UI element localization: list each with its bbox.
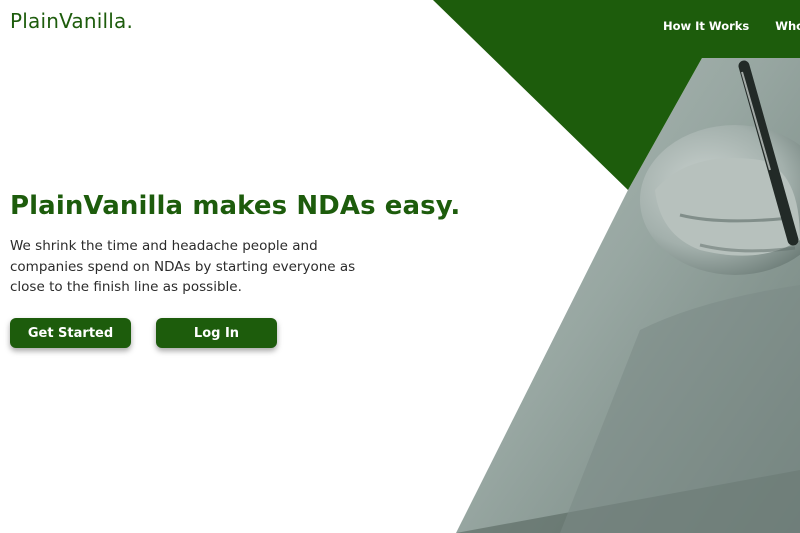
hero-headline: PlainVanilla makes NDAs easy. [10, 191, 461, 221]
top-nav: How It Works Who W [663, 19, 800, 33]
log-in-button[interactable]: Log In [156, 318, 277, 348]
brand-logo[interactable]: PlainVanilla. [10, 9, 133, 33]
get-started-button[interactable]: Get Started [10, 318, 131, 348]
nav-link-how-it-works[interactable]: How It Works [663, 19, 749, 33]
nav-link-who-we-are[interactable]: Who W [775, 19, 800, 33]
hero-description: We shrink the time and headache people a… [10, 238, 356, 295]
